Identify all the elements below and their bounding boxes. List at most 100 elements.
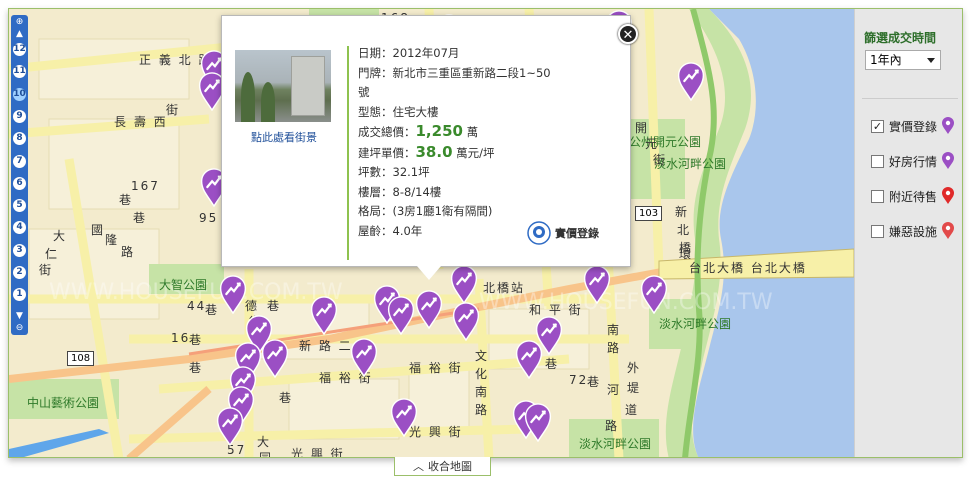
filter-checkbox[interactable] (871, 224, 884, 238)
map-label: 南 (607, 323, 622, 337)
filter-option[interactable]: 好房行情 (871, 152, 955, 170)
logo-label: 實價登錄 (555, 227, 599, 240)
map-label: 巷 (587, 375, 602, 389)
map-canvas[interactable]: WWW.HOUSEFUN.COM.TW WWW.HOUSEFUN.COM.TW … (9, 9, 854, 458)
layout-row: 格局：(3房1廳1衛有隔間) (358, 204, 493, 218)
chevron-up-icon: ︿ (413, 460, 424, 473)
transaction-marker-icon[interactable] (218, 274, 248, 314)
zoom-out-icon[interactable]: ⊖ (13, 323, 26, 333)
transaction-marker-icon[interactable] (260, 338, 290, 378)
road-number-badge: 108 (67, 351, 95, 366)
zoom-level-button[interactable]: 7 (13, 154, 26, 168)
zoom-level-button[interactable]: 5 (13, 199, 26, 213)
map-label: 台北大橋 台北大橋 (689, 261, 807, 275)
map-label: 光 興 街 (291, 447, 345, 458)
map-label: 巷 (133, 211, 148, 225)
map-label: 道 (625, 403, 640, 417)
map-label: 同 (259, 451, 274, 458)
red-marker-icon (942, 187, 955, 204)
transaction-marker-icon[interactable] (514, 339, 544, 379)
filter-checkbox[interactable] (871, 189, 884, 203)
filter-option-label: 附近待售 (889, 189, 938, 204)
transaction-marker-icon[interactable] (309, 295, 339, 335)
zoom-level-button[interactable]: 11 (13, 65, 26, 79)
map-label: 新 (675, 205, 690, 219)
tree-shape (241, 72, 255, 122)
map-label: 巷 (189, 361, 204, 375)
transaction-marker-icon[interactable] (215, 406, 245, 446)
address-row-cont: 號 (358, 85, 370, 99)
chevron-down-icon (927, 58, 935, 63)
filter-title: 篩選成交時間 (864, 31, 937, 45)
filter-checkbox[interactable]: ✓ (871, 119, 884, 133)
transaction-marker-icon[interactable] (449, 264, 479, 304)
collapse-map-label: 收合地圖 (428, 460, 472, 473)
map-label: 長 壽 西 (114, 115, 168, 129)
map-label: 巷 (279, 391, 294, 405)
total-price-unit: 萬 (462, 125, 479, 139)
total-price-value: 1,250 (415, 122, 463, 140)
zoom-level-button[interactable]: 2 (13, 266, 26, 279)
zoom-control: ⊕ ▲ 12 11 10 9 8 7 6 5 4 3 2 1 ▼ ⊖ (11, 15, 28, 335)
map-label: 巷 (267, 299, 282, 313)
date-row: 日期：2012年07月 (358, 46, 460, 60)
transaction-marker-icon[interactable] (676, 61, 706, 101)
zoom-level-button[interactable]: 6 (13, 176, 26, 190)
map-label: 開 (635, 121, 650, 135)
zoom-level-button[interactable]: 4 (13, 221, 26, 235)
zoom-up-arrow-icon[interactable]: ▲ (13, 29, 26, 39)
zoom-level-button[interactable]: 12 (13, 43, 26, 56)
red-marker-icon (942, 222, 955, 239)
street-view-thumbnail[interactable] (235, 50, 331, 122)
street-view-link[interactable]: 點此處看街景 (232, 129, 336, 145)
map-label: 大 (257, 435, 272, 449)
map-label: 72 (569, 373, 589, 387)
zoom-in-icon[interactable]: ⊕ (13, 17, 26, 27)
transaction-marker-icon[interactable] (582, 264, 612, 304)
interior-ministry-logo: 實價登錄 (527, 221, 599, 245)
map-label: 路 (121, 245, 136, 259)
transaction-marker-icon[interactable] (349, 337, 379, 377)
filter-option[interactable]: 嫌惡設施 (871, 222, 955, 240)
transaction-marker-icon[interactable] (639, 274, 669, 314)
map-widget: WWW.HOUSEFUN.COM.TW WWW.HOUSEFUN.COM.TW … (8, 8, 963, 458)
transaction-marker-icon[interactable] (389, 397, 419, 437)
transaction-marker-icon[interactable] (451, 301, 481, 341)
map-label: 仁 (45, 247, 60, 261)
panel-divider (862, 98, 958, 99)
map-label: 16 (171, 331, 191, 345)
zoom-down-arrow-icon[interactable]: ▼ (13, 311, 26, 321)
popup-pointer (417, 266, 441, 280)
map-label: 環 (679, 247, 694, 261)
zoom-level-button[interactable]: 1 (13, 288, 26, 302)
transaction-marker-icon[interactable] (523, 402, 553, 442)
building-shape (291, 56, 325, 116)
map-label: 化 (475, 367, 490, 381)
zoom-level-button[interactable]: 3 (13, 243, 26, 257)
close-icon[interactable]: ✕ (618, 24, 638, 44)
transaction-marker-icon[interactable] (386, 295, 416, 335)
unit-price-unit: 萬元/坪 (452, 145, 495, 160)
filter-option[interactable]: ✓ 實價登錄 (871, 117, 955, 135)
zoom-level-button[interactable]: 10 (13, 87, 26, 101)
map-label: 北橋站 (483, 281, 526, 295)
map-label: 路 (607, 341, 622, 355)
zoom-level-button[interactable]: 8 (13, 132, 26, 146)
map-label: 街 (653, 153, 668, 167)
unit-price-row: 建坪單價：38.0 萬元/坪 (358, 143, 626, 164)
collapse-map-button[interactable]: ︿ 收合地圖 (394, 457, 491, 476)
map-label: 淡水河畔公園 (659, 317, 732, 331)
tree-shape (261, 82, 275, 122)
map-label: 淡水河畔公園 (579, 437, 652, 451)
zoom-level-button[interactable]: 9 (13, 109, 26, 123)
map-label: 堤 (627, 381, 642, 395)
map-label: 大 (53, 229, 68, 243)
unit-price-value: 38.0 (415, 142, 453, 161)
period-select[interactable]: 1年內 (865, 50, 941, 70)
transaction-marker-icon[interactable] (414, 289, 444, 329)
map-label: 外 (627, 361, 642, 375)
filter-option[interactable]: 附近待售 (871, 187, 955, 205)
total-price-label: 成交總價： (358, 125, 416, 139)
filter-checkbox[interactable] (871, 154, 884, 168)
map-label: 巷 (545, 357, 560, 371)
